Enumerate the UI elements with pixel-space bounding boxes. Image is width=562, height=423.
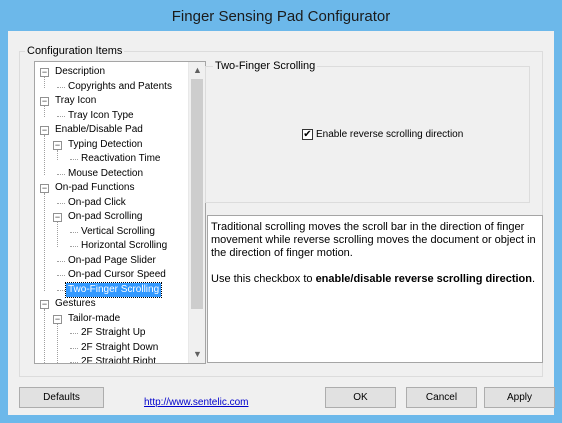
tree-item[interactable]: − On-pad Scrolling: [35, 210, 189, 225]
collapse-minus-icon[interactable]: −: [40, 97, 49, 106]
apply-button[interactable]: Apply: [484, 387, 555, 408]
tree-item[interactable]: − Description: [35, 65, 189, 80]
tree-item[interactable]: − Tailor-made: [35, 312, 189, 327]
tree-item-label[interactable]: Mouse Detection: [66, 167, 145, 182]
tree-item[interactable]: On-pad Click: [35, 196, 189, 211]
collapse-minus-icon[interactable]: −: [53, 314, 62, 324]
tree-connector: [57, 173, 65, 175]
description-paragraph-2-bold: enable/disable reverse scrolling directi…: [315, 273, 532, 285]
tree-item[interactable]: − Enable/Disable Pad: [35, 123, 189, 138]
tree-guide-line: [44, 77, 45, 88]
tree-item-label[interactable]: Tray Icon Type: [66, 109, 136, 124]
scroll-down-arrow-icon[interactable]: ▼: [189, 346, 205, 363]
tree-item[interactable]: Horizontal Scrolling: [35, 239, 189, 254]
tree-guide-line: [57, 222, 58, 247]
tree-item[interactable]: Two-Finger Scrolling: [35, 281, 189, 298]
two-finger-scrolling-group: Two-Finger Scrolling ✔ Enable reverse scr…: [205, 60, 530, 203]
tree-connector: [57, 289, 65, 291]
tree-item-label[interactable]: Copyrights and Patents: [66, 80, 174, 95]
reverse-scrolling-checkbox[interactable]: ✔: [302, 128, 313, 140]
tree-connector: [70, 347, 78, 349]
tree-item[interactable]: On-pad Page Slider: [35, 254, 189, 269]
tree-item-label[interactable]: On-pad Cursor Speed: [66, 268, 168, 283]
cancel-button[interactable]: Cancel: [406, 387, 477, 408]
configuration-items-label: Configuration Items: [25, 45, 125, 57]
tree-item-label[interactable]: Gestures: [53, 297, 98, 312]
collapse-minus-icon[interactable]: −: [53, 213, 62, 222]
tree-guide-line: [44, 309, 45, 363]
tree-connector: [70, 231, 78, 233]
two-finger-scrolling-label: Two-Finger Scrolling: [213, 60, 318, 72]
description-paragraph-2-prefix: Use this checkbox to: [211, 273, 316, 285]
tree-item[interactable]: On-pad Cursor Speed: [35, 268, 189, 283]
tree-item[interactable]: Tray Icon Type: [35, 109, 189, 124]
scroll-thumb[interactable]: [191, 79, 203, 309]
tree-connector: [70, 246, 78, 247]
tree-guide-line: [44, 106, 45, 117]
tree-item-label[interactable]: Tailor-made: [66, 312, 122, 327]
tree-item[interactable]: − Gestures: [35, 297, 189, 312]
tree-item[interactable]: 2F Straight Down: [35, 341, 189, 356]
tree-list: − Description Copyrights and Patents − Tray …: [35, 65, 189, 363]
tree-item[interactable]: Copyrights and Patents: [35, 80, 189, 95]
tree-item[interactable]: − Tray Icon: [35, 94, 189, 109]
tree-item-label[interactable]: Typing Detection: [66, 138, 145, 153]
tree-guide-line: [44, 193, 45, 291]
collapse-minus-icon[interactable]: −: [40, 126, 49, 135]
tree-item[interactable]: Reactivation Time: [35, 152, 189, 167]
tree-item-label[interactable]: On-pad Page Slider: [66, 254, 158, 269]
tree-connector: [70, 159, 78, 160]
tree-item[interactable]: Vertical Scrolling: [35, 225, 189, 240]
tree-connector: [57, 115, 65, 117]
scroll-up-arrow-icon[interactable]: ▲: [189, 62, 205, 79]
tree-scrollbar[interactable]: ▲ ▼: [188, 62, 205, 363]
tree-item-label[interactable]: 2F Straight Up: [79, 326, 147, 341]
tree-item-label[interactable]: 2F Straight Right: [79, 355, 158, 363]
description-panel: Traditional scrolling moves the scroll b…: [207, 215, 543, 363]
tree-connector: [57, 275, 65, 276]
tree-item-label[interactable]: Vertical Scrolling: [79, 225, 157, 240]
defaults-button[interactable]: Defaults: [19, 387, 104, 408]
tree-item-label[interactable]: Two-Finger Scrolling: [64, 281, 163, 298]
configuration-tree[interactable]: − Description Copyrights and Patents − Tray …: [34, 61, 206, 364]
tree-item[interactable]: 2F Straight Up: [35, 326, 189, 341]
collapse-minus-icon[interactable]: −: [53, 140, 62, 150]
tree-connector: [57, 86, 65, 88]
tree-guide-line: [44, 135, 45, 175]
description-paragraph-2-suffix: .: [531, 273, 536, 285]
window-title: Finger Sensing Pad Configurator: [171, 8, 391, 25]
tree-connector: [70, 362, 78, 363]
description-paragraph-2: Use this checkbox to enable/disable reve…: [211, 273, 539, 286]
collapse-minus-icon[interactable]: −: [40, 184, 49, 193]
tree-item-label[interactable]: On-pad Click: [66, 196, 128, 211]
tree-item[interactable]: − Typing Detection: [35, 138, 189, 153]
description-paragraph-1: Traditional scrolling moves the scroll b…: [211, 221, 536, 259]
tree-guide-line: [57, 323, 58, 363]
tree-guide-line: [57, 149, 58, 160]
tree-item-label[interactable]: Reactivation Time: [79, 152, 162, 167]
tree-connector: [70, 333, 78, 334]
reverse-scrolling-option[interactable]: ✔ Enable reverse scrolling direction: [302, 128, 463, 142]
tree-item-label[interactable]: 2F Straight Down: [79, 341, 160, 356]
collapse-minus-icon[interactable]: −: [40, 68, 49, 77]
tree-item-label[interactable]: On-pad Scrolling: [66, 210, 144, 225]
dialog-client-area: Configuration Items − Description Copyrigh…: [8, 31, 555, 415]
tree-connector: [57, 260, 65, 262]
configurator-window: Finger Sensing Pad Configurator Configur…: [0, 0, 562, 423]
tree-item-label[interactable]: Description: [53, 65, 107, 80]
ok-button[interactable]: OK: [325, 387, 396, 408]
reverse-scrolling-label[interactable]: Enable reverse scrolling direction: [316, 129, 463, 140]
sentelic-website-link[interactable]: http://www.sentelic.com: [144, 397, 248, 408]
collapse-minus-icon[interactable]: −: [40, 300, 49, 309]
tree-item-label[interactable]: Horizontal Scrolling: [79, 239, 169, 254]
tree-item-label[interactable]: Tray Icon: [53, 94, 98, 109]
tree-item-label[interactable]: Enable/Disable Pad: [53, 123, 145, 138]
tree-item-label[interactable]: On-pad Functions: [53, 181, 137, 196]
tree-connector: [57, 202, 65, 204]
tree-item[interactable]: Mouse Detection: [35, 167, 189, 182]
tree-item[interactable]: 2F Straight Right: [35, 355, 189, 363]
tree-item[interactable]: − On-pad Functions: [35, 181, 189, 196]
